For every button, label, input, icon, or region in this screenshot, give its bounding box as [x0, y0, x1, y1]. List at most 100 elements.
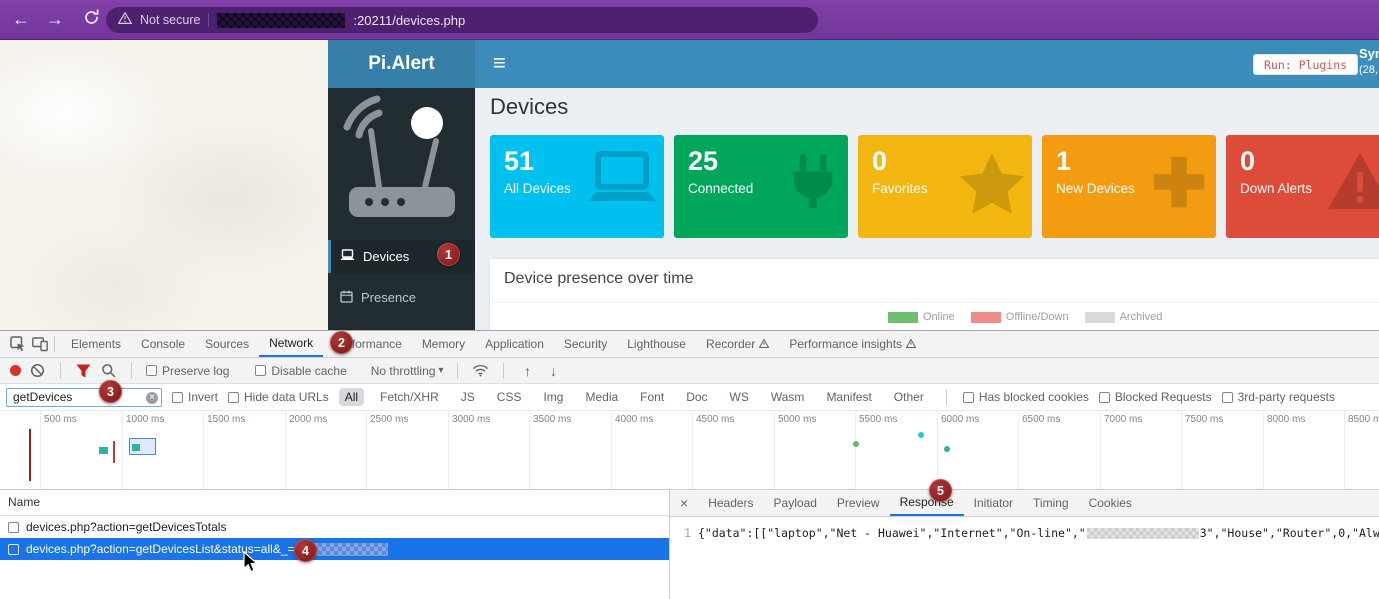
tab-timing[interactable]: Timing: [1023, 490, 1079, 516]
legend-swatch: [971, 312, 1001, 323]
third-party-requests-checkbox[interactable]: 3rd-party requests: [1222, 390, 1335, 404]
tab-lighthouse[interactable]: Lighthouse: [617, 331, 696, 357]
app-logo[interactable]: Pi.Alert: [328, 40, 475, 88]
warning-icon: [1326, 151, 1379, 216]
stat-card-connected[interactable]: 25 Connected: [674, 135, 848, 238]
tab-network[interactable]: Network: [259, 331, 323, 357]
tab-preview[interactable]: Preview: [827, 490, 890, 516]
tab-sources[interactable]: Sources: [195, 331, 259, 357]
request-row[interactable]: devices.php?action=getDevicesTotals: [0, 516, 669, 538]
export-har-icon[interactable]: ↓: [544, 363, 562, 379]
network-conditions-icon[interactable]: [472, 362, 489, 379]
tab-security[interactable]: Security: [554, 331, 617, 357]
checkbox[interactable]: [255, 365, 266, 376]
filter-text: getDevices: [13, 390, 72, 404]
panel-title: Device presence over time: [504, 270, 693, 288]
chart-legend: Online Offline/Down Archived: [888, 311, 1162, 323]
preserve-log-checkbox[interactable]: Preserve log: [146, 364, 229, 378]
line-number: 1: [670, 526, 698, 540]
checkbox[interactable]: [1099, 392, 1110, 403]
detail-tab-bar: × Headers Payload Preview Response Initi…: [670, 490, 1379, 517]
disable-cache-checkbox[interactable]: Disable cache: [255, 364, 346, 378]
device-toolbar-icon[interactable]: [32, 336, 48, 352]
search-icon[interactable]: [100, 362, 117, 379]
filter-pill-all[interactable]: All: [339, 388, 364, 406]
column-header-name[interactable]: Name: [0, 490, 669, 516]
close-icon[interactable]: ×: [670, 490, 698, 516]
step-badge-2: 2: [330, 331, 353, 354]
refresh-icon[interactable]: [78, 9, 104, 31]
stat-card-all-devices[interactable]: 51 All Devices: [490, 135, 664, 238]
stat-card-new-devices[interactable]: 1 New Devices: [1042, 135, 1216, 238]
checkbox[interactable]: [228, 392, 239, 403]
throttling-select[interactable]: No throttling ▾: [371, 364, 444, 378]
run-plugins-button[interactable]: Run: Plugins: [1253, 54, 1358, 75]
tab-cookies[interactable]: Cookies: [1079, 490, 1142, 516]
filter-pill-css[interactable]: CSS: [491, 388, 528, 406]
timeline-tick: 500 ms: [44, 414, 77, 425]
tab-elements[interactable]: Elements: [61, 331, 131, 357]
sidebar-item-presence[interactable]: Presence: [328, 281, 475, 314]
clear-icon[interactable]: [29, 362, 46, 379]
filter-pill-other[interactable]: Other: [888, 388, 930, 406]
row-checkbox[interactable]: [8, 544, 19, 555]
filter-pill-wasm[interactable]: Wasm: [765, 388, 811, 406]
tab-performance-insights[interactable]: Performance insights: [779, 331, 926, 357]
clear-filter-icon[interactable]: ×: [146, 392, 158, 404]
stat-card-down-alerts[interactable]: 0 Down Alerts: [1226, 135, 1379, 238]
tab-console[interactable]: Console: [131, 331, 195, 357]
checkbox-label: Blocked Requests: [1115, 390, 1212, 404]
row-checkbox[interactable]: [8, 522, 19, 533]
laptop-icon: [340, 249, 355, 264]
tab-initiator[interactable]: Initiator: [964, 490, 1023, 516]
filter-pill-media[interactable]: Media: [579, 388, 624, 406]
redacted-host: [217, 13, 345, 28]
plus-icon: [1148, 151, 1210, 218]
network-bottom-split: Name devices.php?action=getDevicesTotals…: [0, 490, 1379, 599]
step-badge-5: 5: [929, 479, 952, 502]
forward-icon[interactable]: →: [42, 9, 68, 30]
address-bar[interactable]: Not secure :20211/devices.php: [106, 7, 818, 33]
filter-pill-fetch-xhr[interactable]: Fetch/XHR: [374, 388, 445, 406]
import-har-icon[interactable]: ↑: [518, 363, 536, 379]
tab-application[interactable]: Application: [475, 331, 554, 357]
tab-payload[interactable]: Payload: [764, 490, 827, 516]
tab-recorder[interactable]: Recorder: [696, 331, 779, 357]
hide-data-urls-checkbox[interactable]: Hide data URLs: [228, 390, 329, 404]
response-body[interactable]: 1 {"data":[["laptop","Net - Huawei","Int…: [670, 517, 1379, 540]
filter-pill-img[interactable]: Img: [537, 388, 569, 406]
sidebar-toggle-icon[interactable]: ≡: [493, 50, 506, 76]
laptop-icon: [586, 151, 658, 210]
filter-pill-doc[interactable]: Doc: [680, 388, 713, 406]
checkbox[interactable]: [963, 392, 974, 403]
network-filter-input[interactable]: getDevices ×: [6, 388, 162, 407]
request-row-selected[interactable]: devices.php?action=getDevicesList&status…: [0, 538, 669, 560]
network-overview-timeline[interactable]: 500 ms 1000 ms 1500 ms 2000 ms 2500 ms 3…: [0, 411, 1379, 490]
divider: [457, 363, 458, 379]
filter-pill-ws[interactable]: WS: [724, 388, 755, 406]
plug-icon: [784, 151, 842, 218]
filter-pill-manifest[interactable]: Manifest: [820, 388, 877, 406]
tab-memory[interactable]: Memory: [412, 331, 475, 357]
redacted-value: [1087, 528, 1199, 539]
page-title: Devices: [490, 94, 568, 120]
blocked-requests-checkbox[interactable]: Blocked Requests: [1099, 390, 1212, 404]
inspect-element-icon[interactable]: [10, 336, 26, 352]
tab-headers[interactable]: Headers: [698, 490, 763, 516]
checkbox[interactable]: [1222, 392, 1233, 403]
timeline-tick: 3000 ms: [452, 414, 490, 425]
invert-checkbox[interactable]: Invert: [172, 390, 218, 404]
devtools-tab-bar: Elements Console Sources Network Perform…: [0, 331, 1379, 358]
filter-pill-font[interactable]: Font: [634, 388, 670, 406]
checkbox[interactable]: [172, 392, 183, 403]
checkbox[interactable]: [146, 365, 157, 376]
tab-response[interactable]: Response: [890, 490, 964, 516]
timeline-selection: [129, 438, 156, 455]
record-button[interactable]: [10, 365, 21, 376]
checkbox-label: Has blocked cookies: [979, 390, 1089, 404]
back-icon[interactable]: ←: [8, 9, 34, 30]
stat-card-favorites[interactable]: 0 Favorites: [858, 135, 1032, 238]
filter-icon[interactable]: [75, 362, 92, 379]
filter-pill-js[interactable]: JS: [455, 388, 481, 406]
has-blocked-cookies-checkbox[interactable]: Has blocked cookies: [963, 390, 1089, 404]
